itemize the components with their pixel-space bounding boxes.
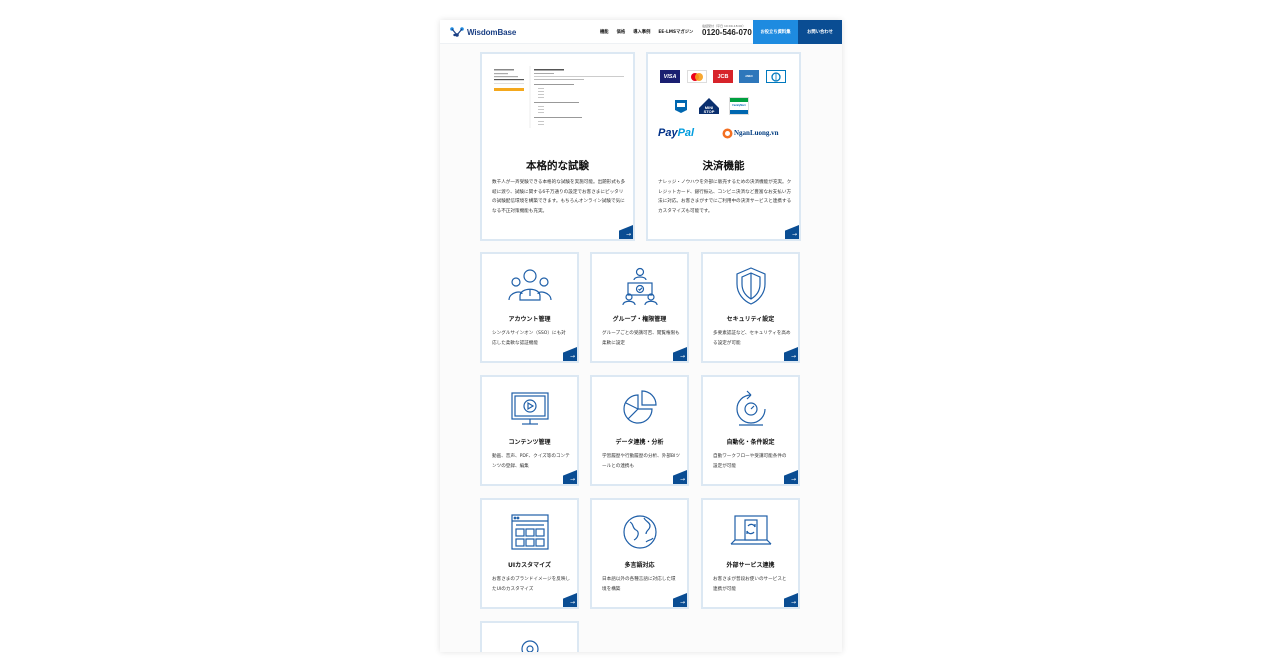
arrow-right-icon[interactable] [673, 347, 687, 361]
ministop-logo: MINI STOP [697, 96, 721, 116]
card-description: 学習履歴や行動履歴の分析、外部BIツールとの連携も [602, 454, 681, 469]
payment-logos: VISA JCB AMEX MINI STOP FamilyMart Pay Pal [658, 70, 790, 146]
page: WisdomBase 機能 価格 導入事例 EE-LMSマガジン 電話受付（平日… [440, 20, 842, 652]
svg-text:STOP: STOP [704, 109, 715, 114]
card-title: 本格的な試験 [526, 160, 589, 172]
documents-button[interactable]: お役立ち資料集 [753, 20, 798, 44]
lawson-logo [672, 97, 690, 115]
feature-card-multilingual[interactable]: 多言語対応 日本語以外の各種言語に対応した環境を構築 [590, 498, 689, 609]
nav-item-pricing[interactable]: 価格 [617, 29, 626, 35]
card-title: UIカスタマイズ [508, 562, 551, 569]
nav-item-cases[interactable]: 導入事例 [633, 29, 650, 35]
account-users-icon [507, 269, 552, 301]
card-title: 決済機能 [702, 160, 745, 172]
nav-item-features[interactable]: 機能 [600, 29, 609, 35]
main-nav: 機能 価格 導入事例 EE-LMSマガジン [600, 29, 693, 35]
logo-text: WisdomBase [467, 27, 517, 37]
card-description: 動画、音声、PDF、クイズ等のコンテンツの登録、編集 [492, 454, 570, 469]
feature-card-partial[interactable] [480, 621, 579, 652]
diners-logo [766, 70, 786, 83]
arrow-right-icon[interactable] [563, 347, 577, 361]
arrow-right-icon[interactable] [563, 593, 577, 607]
partial-feature-icon [520, 640, 539, 652]
card-title: 多言語対応 [624, 562, 655, 569]
card-description: グループごとの受講可否、閲覧権限も柔軟に設定 [602, 331, 680, 346]
shield-icon [735, 267, 766, 305]
feature-card-content[interactable]: コンテンツ管理 動画、音声、PDF、クイズ等のコンテンツの登録、編集 [480, 375, 579, 486]
card-title: アカウント管理 [508, 316, 551, 323]
feature-card-exam[interactable]: 本格的な試験 数千人が一斉受験できる本格的な試験を実施可能。出題形式も多岐に渡り… [480, 52, 635, 241]
card-title: 自動化・条件設定 [726, 439, 775, 446]
jcb-logo: JCB [713, 70, 733, 83]
arrow-right-icon[interactable] [673, 470, 687, 484]
card-description: 多要素認証など、セキュリティを高める設定が可能 [713, 331, 791, 346]
devices-sync-icon [730, 515, 771, 545]
phone-number[interactable]: 0120-546-070 [702, 28, 752, 37]
feature-card-automation[interactable]: 自動化・条件設定 自動ワークフローや受講可能条件の設定が可能 [701, 375, 800, 486]
monitor-play-icon [510, 392, 549, 425]
site-header: WisdomBase 機能 価格 導入事例 EE-LMSマガジン 電話受付（平日… [440, 20, 842, 44]
card-title: 外部サービス連携 [726, 562, 775, 569]
feature-card-data[interactable]: データ連携・分析 学習履歴や行動履歴の分析、外部BIツールとの連携も [590, 375, 689, 486]
logo-mark-icon [450, 27, 464, 37]
card-title: データ連携・分析 [615, 439, 664, 446]
feature-card-payment[interactable]: VISA JCB AMEX MINI STOP FamilyMart Pay Pal [646, 52, 801, 241]
card-description: お客さまのブランドイメージを反映したUIのカスタマイズ [492, 577, 571, 592]
feature-card-security[interactable]: セキュリティ設定 多要素認証など、セキュリティを高める設定が可能 [701, 252, 800, 363]
feature-card-group[interactable]: グループ・権限管理 グループごとの受講可否、閲覧権限も柔軟に設定 [590, 252, 689, 363]
visa-logo: VISA [660, 70, 680, 83]
amex-logo: AMEX [739, 70, 759, 83]
card-title: コンテンツ管理 [508, 439, 551, 446]
feature-card-account[interactable]: アカウント管理 シングルサインオン（SSO）にも対応した柔軟な認証機能 [480, 252, 579, 363]
card-description: 数千人が一斉受験できる本格的な試験を実施可能。出題形式も多岐に渡り、試験に関する… [492, 180, 626, 214]
card-description: 日本語以外の各種言語に対応した環境を構築 [602, 577, 676, 592]
arrow-right-icon[interactable] [784, 470, 798, 484]
mastercard-logo [687, 70, 707, 83]
arrow-right-icon[interactable] [785, 225, 799, 239]
browser-layout-icon [510, 514, 549, 550]
automation-cycle-icon [735, 390, 766, 426]
card-title: セキュリティ設定 [726, 316, 775, 323]
globe-icon [622, 515, 657, 549]
paypal-logo: Pay Pal [658, 127, 695, 139]
feature-card-integration[interactable]: 外部サービス連携 お客さまが普段お使いのサービスと連携が可能 [701, 498, 800, 609]
exam-screenshot-image [492, 66, 628, 128]
card-title: グループ・権限管理 [612, 316, 667, 323]
pie-chart-icon [622, 390, 657, 424]
card-description: ナレッジ・ノウハウを外部に販売するための決済機能が充実。クレジットカード、銀行振… [658, 180, 792, 214]
card-description: お客さまが普段お使いのサービスと連携が可能 [713, 577, 787, 592]
familymart-logo: FamilyMart [729, 97, 749, 115]
arrow-right-icon[interactable] [784, 347, 798, 361]
feature-card-ui[interactable]: UIカスタマイズ お客さまのブランドイメージを反映したUIのカスタマイズ [480, 498, 579, 609]
group-permission-icon [621, 267, 658, 306]
logo[interactable]: WisdomBase [450, 26, 516, 38]
arrow-right-icon[interactable] [563, 470, 577, 484]
arrow-right-icon[interactable] [784, 593, 798, 607]
card-description: シングルサインオン（SSO）にも対応した柔軟な認証機能 [492, 331, 566, 346]
card-description: 自動ワークフローや受講可能条件の設定が可能 [713, 454, 787, 469]
arrow-right-icon[interactable] [673, 593, 687, 607]
nav-item-magazine[interactable]: EE-LMSマガジン [658, 29, 693, 35]
nganluong-logo: NganLuong.vn [722, 126, 790, 140]
arrow-right-icon[interactable] [619, 225, 633, 239]
phone-contact[interactable]: 電話受付（平日 10:00-18:00） 0120-546-070 [702, 24, 752, 37]
contact-button[interactable]: お問い合わせ [798, 20, 842, 44]
